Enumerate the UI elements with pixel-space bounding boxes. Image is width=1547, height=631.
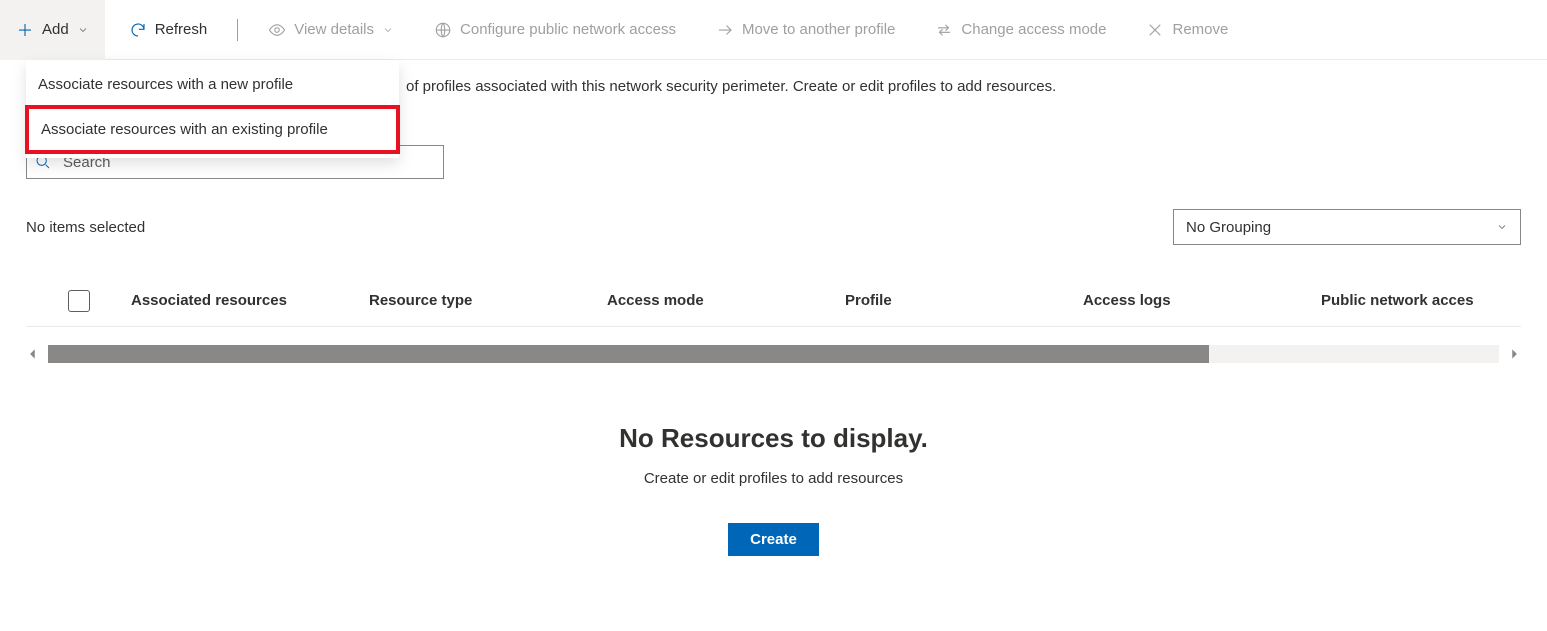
scroll-left-arrow[interactable] [26, 347, 40, 361]
view-details-button: View details [252, 0, 410, 60]
close-icon [1146, 21, 1164, 39]
move-label: Move to another profile [742, 21, 895, 38]
empty-subtitle: Create or edit profiles to add resources [0, 470, 1547, 487]
command-bar: Add Refresh View details Configure publi… [0, 0, 1547, 60]
empty-state: No Resources to display. Create or edit … [0, 423, 1547, 556]
add-button[interactable]: Add [0, 0, 105, 60]
arrow-right-icon [716, 21, 734, 39]
chevron-down-icon [77, 24, 89, 36]
select-all-checkbox[interactable] [68, 290, 90, 312]
swap-icon [935, 21, 953, 39]
select-all-cell [26, 290, 131, 312]
configure-label: Configure public network access [460, 21, 676, 38]
menu-item-new-profile[interactable]: Associate resources with a new profile [26, 64, 399, 105]
scroll-thumb[interactable] [48, 345, 1209, 363]
scroll-right-arrow[interactable] [1507, 347, 1521, 361]
col-access-logs[interactable]: Access logs [1083, 292, 1321, 309]
change-mode-label: Change access mode [961, 21, 1106, 38]
refresh-button[interactable]: Refresh [113, 0, 224, 60]
plus-icon [16, 21, 34, 39]
empty-title: No Resources to display. [0, 423, 1547, 454]
col-profile[interactable]: Profile [845, 292, 1083, 309]
move-profile-button: Move to another profile [700, 0, 911, 60]
col-associated-resources[interactable]: Associated resources [131, 292, 369, 309]
col-access-mode[interactable]: Access mode [607, 292, 845, 309]
change-access-mode-button: Change access mode [919, 0, 1122, 60]
chevron-down-icon [382, 24, 394, 36]
menu-item-existing-profile[interactable]: Associate resources with an existing pro… [25, 105, 400, 154]
refresh-icon [129, 21, 147, 39]
eye-icon [268, 21, 286, 39]
selection-status: No items selected [26, 219, 145, 236]
page-description-text: of profiles associated with this network… [406, 78, 1056, 95]
refresh-button-label: Refresh [155, 21, 208, 38]
globe-icon [434, 21, 452, 39]
create-button[interactable]: Create [728, 523, 819, 556]
remove-button: Remove [1130, 0, 1244, 60]
configure-public-network-button: Configure public network access [418, 0, 692, 60]
grouping-selected-label: No Grouping [1186, 219, 1271, 236]
grid-header: Associated resources Resource type Acces… [26, 275, 1521, 327]
col-public-network[interactable]: Public network acces [1321, 292, 1521, 309]
view-details-label: View details [294, 21, 374, 38]
add-dropdown-menu: Associate resources with a new profile A… [26, 60, 399, 158]
add-button-label: Add [42, 21, 69, 38]
remove-label: Remove [1172, 21, 1228, 38]
chevron-down-icon [1496, 221, 1508, 233]
scroll-track[interactable] [48, 345, 1499, 363]
horizontal-scrollbar[interactable] [26, 345, 1521, 363]
grouping-select[interactable]: No Grouping [1173, 209, 1521, 245]
status-row: No items selected No Grouping [26, 209, 1521, 245]
toolbar-separator [237, 19, 238, 41]
col-resource-type[interactable]: Resource type [369, 292, 607, 309]
